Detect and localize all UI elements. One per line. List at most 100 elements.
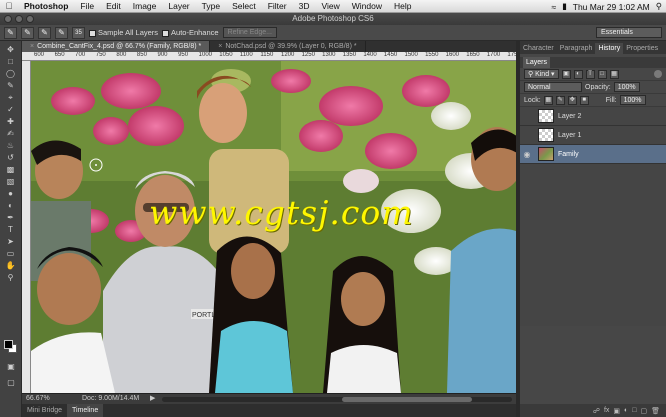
eraser-tool-icon[interactable]: ▩ [4, 165, 18, 175]
marquee-tool-icon[interactable]: □ [4, 57, 18, 67]
lock-transparent-icon[interactable]: ▦ [543, 95, 553, 105]
status-menu-arrow-icon[interactable]: ▶ [150, 394, 155, 404]
tab-properties[interactable]: Properties [623, 43, 661, 54]
window-titlebar: Adobe Photoshop CS6 [0, 13, 666, 25]
trash-icon[interactable]: 🗑 [651, 407, 660, 415]
menu-type[interactable]: Type [196, 1, 226, 11]
horizontal-scrollbar[interactable] [162, 397, 512, 402]
adjustment-layer-icon[interactable]: ◐ [624, 407, 628, 414]
document-canvas[interactable]: PORTLA www.cgtsj.com [31, 61, 516, 393]
path-selection-tool-icon[interactable]: ➤ [4, 237, 18, 247]
spotlight-icon[interactable]: ⚲ [656, 1, 662, 12]
zoom-level[interactable]: 66.67% [26, 394, 50, 404]
filter-shape-icon[interactable]: □ [597, 69, 607, 79]
quick-mask-icon[interactable]: ▣ [4, 362, 18, 372]
new-layer-icon[interactable]: ▢ [640, 407, 647, 415]
layer-style-icon[interactable]: fx [604, 407, 609, 414]
move-tool-icon[interactable]: ✥ [4, 45, 18, 55]
type-tool-icon[interactable]: T [4, 225, 18, 235]
tab-history[interactable]: History [595, 43, 624, 54]
subtract-from-selection-icon[interactable]: ✎ [55, 26, 68, 39]
filter-smart-object-icon[interactable]: ▦ [609, 69, 619, 79]
layer-row-family[interactable]: ◉ Family [520, 145, 666, 164]
history-brush-tool-icon[interactable]: ↺ [4, 153, 18, 163]
ruler-tick-label: 900 [157, 52, 168, 58]
scrollbar-thumb[interactable] [342, 397, 472, 402]
vertical-ruler[interactable] [22, 61, 31, 393]
ruler-tick-label: 1700 [486, 52, 501, 58]
screen-mode-icon[interactable]: ▢ [4, 378, 18, 388]
close-tab-icon[interactable]: × [218, 43, 222, 50]
brush-size-picker[interactable]: 35 [72, 26, 85, 39]
add-mask-icon[interactable]: ▣ [613, 407, 620, 415]
brush-tool-icon[interactable]: ✍ [4, 129, 18, 139]
add-to-selection-icon[interactable]: ✎ [38, 26, 51, 39]
tab-mini-bridge[interactable]: Mini Bridge [22, 404, 67, 417]
ruler-tick-label: 1000 [198, 52, 213, 58]
lock-position-icon[interactable]: ✥ [567, 95, 577, 105]
layer-row-layer-1[interactable]: Layer 1 [520, 126, 666, 145]
app-menu[interactable]: Photoshop [18, 1, 74, 11]
zoom-tool-icon[interactable]: ⚲ [4, 273, 18, 283]
tab-paragraph[interactable]: Paragraph [557, 43, 596, 54]
hand-tool-icon[interactable]: ✋ [4, 261, 18, 271]
crop-tool-icon[interactable]: ⌖ [4, 93, 18, 103]
lasso-tool-icon[interactable]: ◯ [4, 69, 18, 79]
clock[interactable]: Thu Mar 29 1:02 AM [573, 2, 650, 12]
workspace-switcher[interactable]: Essentials [596, 27, 662, 38]
pen-tool-icon[interactable]: ✒ [4, 213, 18, 223]
filter-adjustment-icon[interactable]: ◐ [573, 69, 583, 79]
new-group-icon[interactable]: □ [632, 407, 636, 414]
menu-help[interactable]: Help [388, 1, 417, 11]
tab-character[interactable]: Character [520, 43, 557, 54]
refine-edge-button[interactable]: Refine Edge... [222, 27, 277, 38]
menu-select[interactable]: Select [226, 1, 262, 11]
opacity-field[interactable]: 100% [613, 82, 640, 92]
menu-edit[interactable]: Edit [100, 1, 127, 11]
menu-3d[interactable]: 3D [293, 1, 316, 11]
quick-selection-tool-preset-icon[interactable]: ✎ [4, 26, 17, 39]
gradient-tool-icon[interactable]: ▧ [4, 177, 18, 187]
tab-layers[interactable]: Layers [523, 57, 551, 68]
menu-layer[interactable]: Layer [162, 1, 195, 11]
auto-enhance-checkbox[interactable]: Auto-Enhance [162, 28, 219, 37]
wifi-icon[interactable]: ≈ [551, 2, 556, 12]
minimize-window-button[interactable] [15, 15, 23, 23]
lock-all-icon[interactable]: ■ [579, 95, 589, 105]
doc-tab-combine[interactable]: × Combine_CantFix_4.psd @ 66.7% (Family, … [22, 41, 211, 52]
healing-brush-tool-icon[interactable]: ✚ [4, 117, 18, 127]
eye-icon[interactable]: ◉ [520, 150, 534, 159]
menu-window[interactable]: Window [346, 1, 388, 11]
filter-pixel-icon[interactable]: ▣ [561, 69, 571, 79]
filter-toggle[interactable] [654, 70, 662, 78]
layer-kind-filter[interactable]: ⚲ Kind ▾ [524, 69, 559, 79]
sample-all-layers-checkbox[interactable]: Sample All Layers [89, 28, 158, 37]
menu-image[interactable]: Image [127, 1, 163, 11]
clone-stamp-tool-icon[interactable]: ♨ [4, 141, 18, 151]
apple-menu-icon[interactable]:  [0, 1, 18, 11]
fill-field[interactable]: 100% [619, 95, 646, 105]
link-layers-icon[interactable]: ☍ [593, 407, 600, 415]
lock-image-icon[interactable]: ✎ [555, 95, 565, 105]
filter-type-icon[interactable]: T [585, 69, 595, 79]
close-window-button[interactable] [4, 15, 12, 23]
blend-mode-select[interactable]: Normal [524, 82, 582, 92]
battery-icon[interactable]: ▮ [562, 1, 567, 12]
foreground-color-swatch[interactable] [4, 340, 13, 349]
menu-view[interactable]: View [315, 1, 345, 11]
tab-timeline[interactable]: Timeline [67, 404, 104, 417]
quick-selection-tool-icon[interactable]: ✎ [4, 81, 18, 91]
close-tab-icon[interactable]: × [30, 43, 34, 50]
menu-file[interactable]: File [74, 1, 100, 11]
horizontal-ruler[interactable]: 600 650 700 750 800 850 900 950 1000 1050 1100 1150… [22, 52, 516, 61]
shape-tool-icon[interactable]: ▭ [4, 249, 18, 259]
blur-tool-icon[interactable]: ● [4, 189, 18, 199]
menu-filter[interactable]: Filter [262, 1, 293, 11]
new-selection-icon[interactable]: ✎ [21, 26, 34, 39]
layer-row-layer-2[interactable]: Layer 2 [520, 107, 666, 126]
eyedropper-tool-icon[interactable]: ✓ [4, 105, 18, 115]
doc-tab-notchad[interactable]: × NotChad.psd @ 39.9% (Layer 0, RGB/8) * [210, 41, 366, 52]
zoom-window-button[interactable] [26, 15, 34, 23]
dodge-tool-icon[interactable]: ◐ [4, 201, 18, 211]
ruler-tick-label: 1150 [260, 52, 274, 58]
